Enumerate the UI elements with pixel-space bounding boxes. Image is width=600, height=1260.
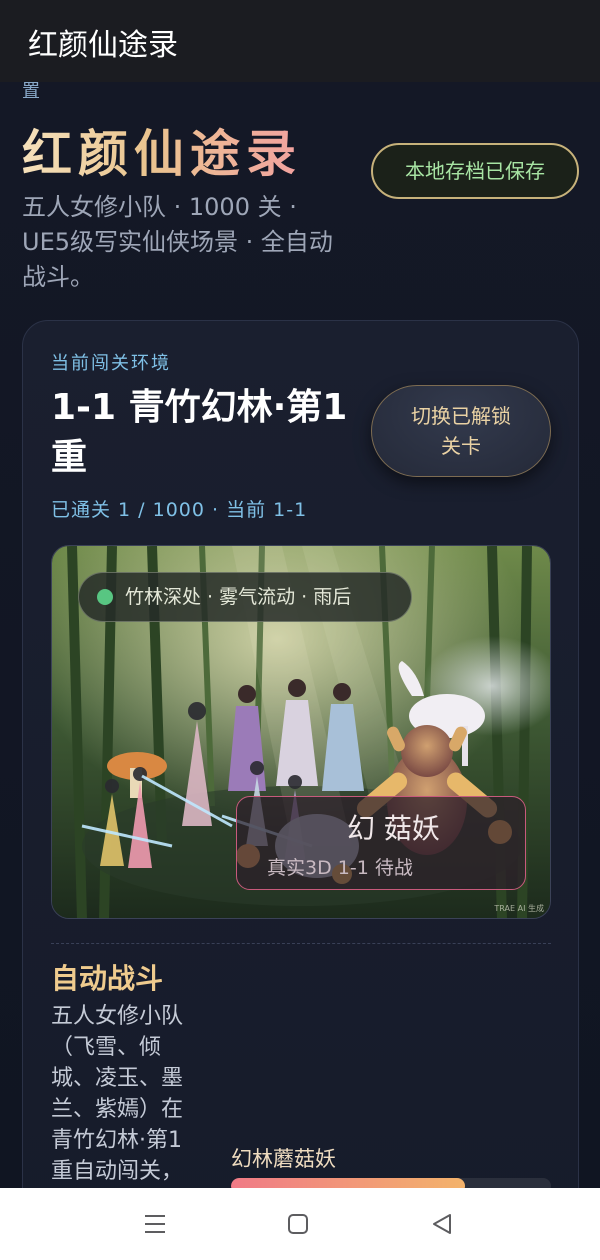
hero-title: 红颜仙途录 <box>22 114 302 186</box>
system-nav-bar <box>0 1188 600 1260</box>
switch-level-button[interactable]: 切换已解锁关卡 <box>371 385 551 477</box>
enemy-hp-bar <box>231 1178 551 1188</box>
back-triangle-icon[interactable] <box>426 1208 458 1240</box>
ai-watermark: TRAE AI 生成 <box>494 904 544 913</box>
menu-icon[interactable] <box>139 1208 171 1240</box>
section-divider <box>51 943 551 944</box>
scene-tag-label: 竹林深处 · 雾气流动 · 雨后 <box>125 586 352 608</box>
battle-title: 自动战斗 <box>51 962 164 995</box>
scene-enemy-name: 幻 菇妖 <box>347 812 440 845</box>
scene-tag: 竹林深处 · 雾气流动 · 雨后 <box>78 572 412 622</box>
app-title: 红颜仙途录 <box>28 28 178 63</box>
scene-view[interactable]: 竹林深处 · 雾气流动 · 雨后 幻 菇妖 真实3D 1-1 待战 TRAE A… <box>51 545 551 919</box>
clipped-label: 置 <box>22 82 40 102</box>
scroll-content[interactable]: 置 红颜仙途录 本地存档已保存 五人女修小队 · 1000 关 · UE5级写实… <box>0 82 600 1188</box>
level-card: 当前闯关环境 1-1 青竹幻林·第1重 切换已解锁关卡 已通关 1 / 1000… <box>22 320 579 1188</box>
progress-text: 已通关 1 / 1000 · 当前 1-1 <box>51 499 308 521</box>
enemy-name: 幻林蘑菇妖 <box>231 1147 336 1171</box>
enemy-hp-fill <box>231 1178 465 1188</box>
scene-enemy-badge: 幻 菇妖 真实3D 1-1 待战 <box>236 796 526 890</box>
battle-description: 五人女修小队（飞雪、倾城、凌玉、墨兰、紫嫣）在青竹幻林·第1重自动闯关， <box>51 1004 184 1184</box>
hero-description: 五人女修小队 · 1000 关 · UE5级写实仙侠场景 · 全自动战斗。 <box>22 193 333 291</box>
home-square-icon[interactable] <box>282 1208 314 1240</box>
level-title: 1-1 青竹幻林·第1重 <box>51 387 348 478</box>
env-label: 当前闯关环境 <box>51 353 171 374</box>
scene-enemy-subtitle: 真实3D 1-1 待战 <box>267 857 413 879</box>
status-dot-icon <box>97 589 113 605</box>
app-bar: 红颜仙途录 <box>0 0 600 82</box>
save-status-badge: 本地存档已保存 <box>371 143 579 199</box>
switch-level-label: 切换已解锁关卡 <box>411 404 511 458</box>
